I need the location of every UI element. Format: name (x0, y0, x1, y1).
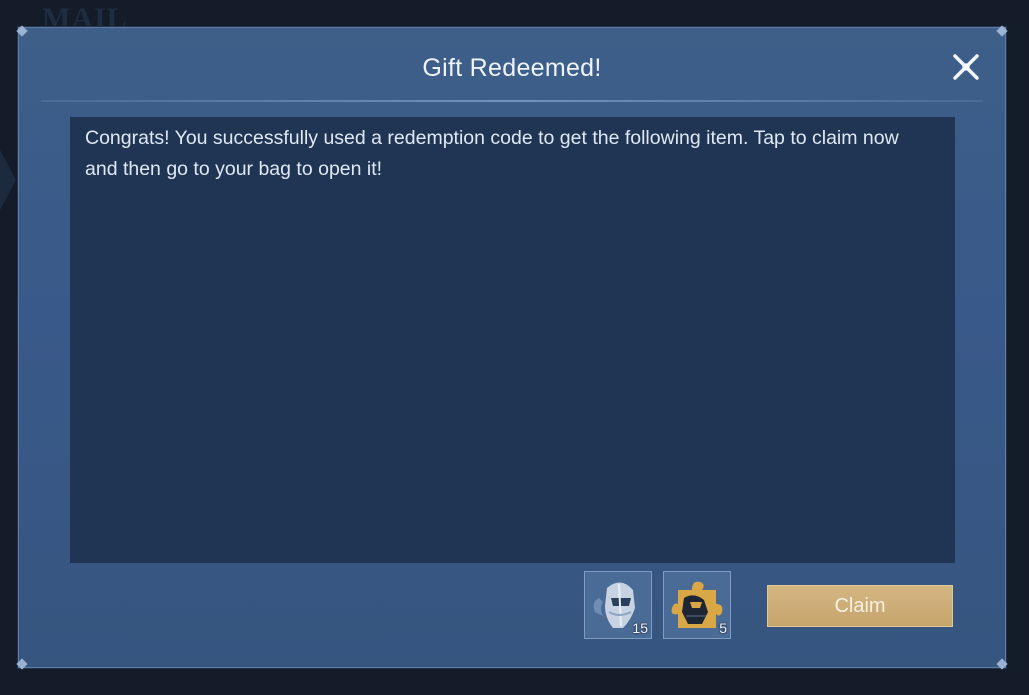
close-icon (953, 54, 979, 80)
corner-ornament (995, 24, 1009, 38)
corner-ornament (15, 24, 29, 38)
close-button[interactable] (949, 50, 983, 84)
title-divider (41, 100, 983, 102)
item-count: 15 (632, 620, 648, 636)
reward-item-helmet[interactable]: 15 (584, 571, 652, 639)
corner-ornament (995, 657, 1009, 671)
reward-item-puzzle[interactable]: 5 (663, 571, 731, 639)
message-panel: Congrats! You successfully used a redemp… (70, 117, 955, 563)
message-text: Congrats! You successfully used a redemp… (85, 127, 899, 180)
item-count: 5 (719, 620, 727, 636)
corner-ornament (15, 657, 29, 671)
dialog-title: Gift Redeemed! (422, 54, 602, 82)
background-arrow (0, 150, 16, 210)
gift-redeemed-dialog: Gift Redeemed! Congrats! You successfull… (18, 27, 1006, 668)
claim-button[interactable]: Claim (767, 585, 953, 627)
